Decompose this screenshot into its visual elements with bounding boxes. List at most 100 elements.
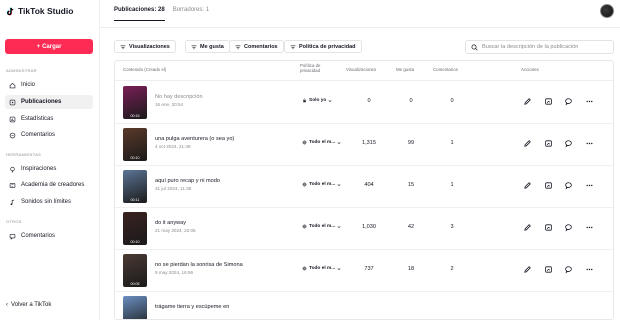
globe-icon: [302, 182, 307, 187]
privacy-select[interactable]: Todo el m...: [302, 266, 341, 271]
video-duration: 00:10: [130, 156, 140, 160]
post-title[interactable]: do it anyway: [155, 220, 186, 226]
likes-count: 0: [409, 98, 413, 104]
sidebar-item-home[interactable]: Inicio: [5, 78, 93, 92]
tabs: Publicaciones: 28 Borradores: 1: [114, 7, 209, 21]
sidebar-item-feedback[interactable]: Comentarios: [5, 229, 93, 243]
post-date: 4 oct 2024, 21:49: [155, 144, 191, 149]
filter-views-button[interactable]: Visualizaciones: [114, 40, 176, 53]
more-icon[interactable]: [585, 265, 594, 274]
video-thumbnail[interactable]: 00:10: [123, 212, 147, 245]
tab-drafts[interactable]: Borradores: 1: [173, 7, 209, 21]
sidebar-item-analytics[interactable]: Estadísticas: [5, 112, 93, 126]
table-row[interactable]: 00:11 aquí puro recap y ni modo 31 jul 202…: [115, 166, 613, 208]
comments-count: 0: [450, 98, 454, 104]
section-title-other: OTROS: [6, 219, 22, 224]
table-row[interactable]: 00:10 una pulga aventurera (o sea yo) 4 oc…: [115, 124, 613, 166]
filter-label: Visualizaciones: [129, 43, 170, 50]
edit-icon[interactable]: [523, 223, 532, 232]
post-title[interactable]: una pulga aventurera (o sea yo): [155, 136, 234, 142]
upload-button[interactable]: + Cargar: [5, 39, 93, 54]
post-date: 9 may 2024, 16:56: [155, 270, 194, 275]
sidebar-item-inspirations[interactable]: Inspiraciones: [5, 162, 93, 176]
privacy-select[interactable]: Todo el m...: [302, 140, 341, 145]
more-icon[interactable]: [585, 97, 594, 106]
sidebar-item-academy[interactable]: Academia de creadores: [5, 178, 93, 192]
filter-privacy-button[interactable]: Política de privacidad: [284, 40, 362, 53]
comment-icon[interactable]: [564, 223, 573, 232]
edit-icon[interactable]: [523, 181, 532, 190]
comment-icon[interactable]: [564, 181, 573, 190]
section-title-manage: ADMINISTRAR: [6, 68, 37, 73]
video-thumbnail[interactable]: 00:05: [123, 254, 147, 287]
more-icon[interactable]: [585, 223, 594, 232]
filter-comments-button[interactable]: Comentarios: [229, 40, 284, 53]
search-input[interactable]: Buscar la descripción de la publicación: [465, 40, 614, 54]
video-duration: 00:05: [130, 282, 140, 286]
sidebar-item-comments[interactable]: Comentarios: [5, 128, 93, 142]
table-row[interactable]: 00:10 do it anyway 21 may 2024, 22:05 Todo …: [115, 208, 613, 250]
column-header-privacy-line2: privacidad: [300, 68, 321, 73]
table-row[interactable]: 00:15 No hay descripción 16 ene, 20:54 Solo…: [115, 82, 613, 124]
filter-likes-button[interactable]: Me gusta: [185, 40, 230, 53]
home-icon: [9, 82, 16, 88]
column-header-comments[interactable]: Comentarios: [433, 67, 458, 72]
stats-icon[interactable]: [544, 97, 553, 106]
post-title[interactable]: trágame tierra y escúpeme en: [155, 304, 229, 310]
chevron-down-icon: [337, 267, 341, 270]
post-date: 16 ene, 20:54: [155, 102, 184, 107]
column-header-likes[interactable]: Me gusta: [396, 67, 414, 72]
video-thumbnail[interactable]: 00:15: [123, 86, 147, 119]
stats-icon[interactable]: [544, 265, 553, 274]
video-thumbnail[interactable]: 00:10: [123, 128, 147, 161]
stats-icon[interactable]: [544, 139, 553, 148]
stats-icon[interactable]: [544, 181, 553, 190]
privacy-value: Todo el m...: [309, 140, 336, 145]
edit-icon[interactable]: [523, 139, 532, 148]
brand[interactable]: TikTok Studio: [6, 6, 73, 16]
post-title[interactable]: aquí puro recap y ni modo: [155, 178, 220, 184]
edit-icon[interactable]: [523, 97, 532, 106]
avatar[interactable]: [600, 4, 614, 18]
edit-icon[interactable]: [523, 265, 532, 274]
back-to-tiktok-link[interactable]: ‹ Volver a TikTok: [6, 302, 51, 308]
tiktok-logo-icon: [6, 7, 15, 16]
column-header-content[interactable]: Contenido (Creado el): [123, 67, 166, 72]
sidebar-item-label: Inspiraciones: [21, 166, 57, 172]
column-header-views[interactable]: Visualizaciones: [346, 67, 376, 72]
post-title[interactable]: No hay descripción: [155, 94, 203, 100]
more-icon[interactable]: [585, 181, 594, 190]
video-thumbnail[interactable]: 00:11: [123, 170, 147, 203]
stats-icon[interactable]: [544, 223, 553, 232]
comments-count: 3: [450, 224, 454, 230]
table-row[interactable]: 00:05 no se pierdan la sonrisa de Simona 9…: [115, 250, 613, 292]
tab-posts[interactable]: Publicaciones: 28: [114, 7, 165, 21]
video-thumbnail[interactable]: [123, 296, 147, 319]
privacy-value: Solo yo: [309, 98, 327, 103]
upload-label: Cargar: [42, 43, 62, 50]
more-icon[interactable]: [585, 139, 594, 148]
sort-icon: [120, 44, 126, 49]
sort-icon: [290, 44, 296, 49]
privacy-select[interactable]: Solo yo: [302, 98, 332, 103]
posts-table: Contenido (Creado el) Política de privac…: [114, 60, 614, 320]
feedback-icon: [9, 233, 16, 240]
views-count: 1,315: [362, 140, 376, 146]
likes-count: 42: [407, 224, 415, 230]
sidebar-item-label: Comentarios: [21, 132, 56, 138]
comment-icon[interactable]: [564, 265, 573, 274]
comment-icon[interactable]: [564, 97, 573, 106]
academy-icon: [9, 182, 16, 188]
privacy-select[interactable]: Todo el m...: [302, 224, 341, 229]
column-header-actions: Acciones: [521, 67, 539, 72]
sidebar-item-label: Comentarios: [21, 233, 56, 239]
music-note-icon: [10, 199, 15, 205]
comment-icon[interactable]: [564, 139, 573, 148]
globe-icon: [302, 224, 307, 229]
privacy-select[interactable]: Todo el m...: [302, 182, 341, 187]
filter-label: Comentarios: [244, 43, 278, 50]
sidebar-item-posts[interactable]: Publicaciones: [5, 95, 93, 109]
sidebar-item-sounds[interactable]: Sonidos sin límites: [5, 195, 93, 209]
table-row[interactable]: trágame tierra y escúpeme en: [115, 292, 613, 319]
post-title[interactable]: no se pierdan la sonrisa de Simona: [155, 262, 243, 268]
